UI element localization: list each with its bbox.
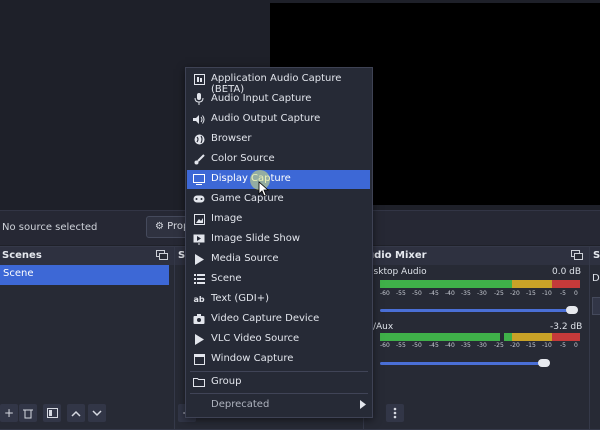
menu-item-game-capture[interactable]: Game Capture: [187, 190, 370, 209]
menu-item-display-capture[interactable]: Display Capture: [187, 170, 370, 189]
channel-name: esktop Audio: [368, 267, 427, 277]
menu-item-media-source[interactable]: Media Source: [187, 250, 370, 269]
microphone-icon: [193, 93, 205, 105]
chevron-down-icon: [92, 409, 102, 416]
filter-icon: [46, 408, 58, 418]
volume-slider[interactable]: [380, 359, 580, 367]
remove-scene-button[interactable]: [19, 404, 37, 422]
menu-item-deprecated[interactable]: Deprecated: [187, 396, 370, 415]
menu-item-video-capture-device[interactable]: Video Capture Device: [187, 310, 370, 329]
text-icon: ab: [193, 294, 205, 304]
menu-item-text-gdi[interactable]: ab Text (GDI+): [187, 290, 370, 309]
volume-meter: [380, 333, 580, 341]
channel-db: 0.0 dB: [552, 267, 582, 277]
paintbrush-icon: [193, 153, 205, 165]
transitions-title: S: [590, 247, 600, 265]
add-scene-button[interactable]: +: [0, 404, 18, 422]
float-dock-icon[interactable]: [570, 249, 584, 261]
menu-item-image-slide-show[interactable]: Image Slide Show: [187, 230, 370, 249]
globe-icon: [193, 133, 205, 145]
move-scene-down-button[interactable]: [88, 404, 106, 422]
play-icon: [193, 253, 205, 265]
float-dock-icon[interactable]: [155, 249, 169, 261]
volume-slider[interactable]: [380, 306, 580, 314]
trash-icon: [23, 409, 33, 418]
meter-ticks: -60 -55 -50 -45 -40 -35 -30 -25 -20 -15 …: [380, 342, 578, 349]
move-scene-up-button[interactable]: [67, 404, 85, 422]
menu-item-audio-input-capture[interactable]: Audio Input Capture: [187, 90, 370, 109]
monitor-icon: [193, 173, 205, 185]
transition-label: D: [592, 273, 600, 284]
mixer-menu-button[interactable]: [386, 404, 404, 422]
folder-icon: [193, 376, 205, 388]
menu-item-image[interactable]: Image: [187, 210, 370, 229]
scenes-title: Scenes: [0, 247, 174, 265]
volume-meter: [380, 280, 580, 288]
menu-item-vlc-video-source[interactable]: VLC Video Source: [187, 330, 370, 349]
speaker-icon: [193, 113, 205, 125]
menu-item-audio-output-capture[interactable]: Audio Output Capture: [187, 110, 370, 129]
menu-item-app-audio-capture[interactable]: Application Audio Capture (BETA): [187, 70, 370, 95]
channel-db: -3.2 dB: [550, 322, 583, 332]
menu-separator: [190, 393, 368, 394]
list-icon: [193, 273, 205, 285]
transition-button[interactable]: [592, 297, 600, 315]
chevron-up-icon: [71, 410, 81, 417]
no-source-label: No source selected: [2, 222, 98, 233]
meter-ticks: -60 -55 -50 -45 -40 -35 -30 -25 -20 -15 …: [380, 290, 578, 297]
vertical-dots-icon: [393, 407, 397, 419]
scene-list-item[interactable]: Scene: [0, 265, 169, 285]
menu-item-scene[interactable]: Scene: [187, 270, 370, 289]
menu-item-color-source[interactable]: Color Source: [187, 150, 370, 169]
window-icon: [193, 353, 205, 365]
scene-filters-button[interactable]: [43, 404, 61, 422]
mouse-cursor-icon: [258, 181, 272, 197]
submenu-arrow-icon: [360, 400, 366, 412]
add-source-menu: Application Audio Capture (BETA) Audio I…: [185, 67, 373, 418]
gamepad-icon: [193, 193, 205, 205]
menu-separator: [190, 371, 368, 372]
play-icon: [193, 333, 205, 345]
menu-item-window-capture[interactable]: Window Capture: [187, 350, 370, 369]
camera-icon: [193, 313, 205, 325]
audio-mixer-title: udio Mixer: [364, 247, 589, 265]
image-icon: [193, 213, 205, 225]
app-audio-icon: [193, 73, 205, 85]
menu-item-group[interactable]: Group: [187, 373, 370, 392]
gear-icon: ⚙: [155, 221, 164, 232]
slideshow-icon: [193, 233, 205, 245]
menu-item-browser[interactable]: Browser: [187, 130, 370, 149]
